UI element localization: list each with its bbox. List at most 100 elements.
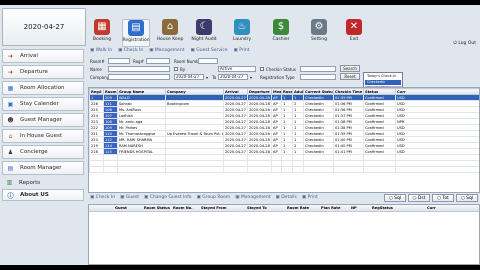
sidebar-item-room-allocation[interactable]: ▦ Room Allocation [2,81,84,95]
from-date-input[interactable]: 2020-04-27 [174,74,204,80]
sidebar-item-reports[interactable]: ▥ Reports [2,177,84,188]
tab2-print[interactable]: ▣ Print [302,195,318,203]
toolbar-button-house-keep[interactable]: ⌂ House Keep [156,19,184,47]
sidebar-item-label: Reports [19,179,41,186]
toolbar-button-cashier[interactable]: $ Cashier [267,19,295,47]
arrival-icon: ➜ [7,52,14,60]
sidebar-item-label: Concierge [20,149,48,155]
reg-input[interactable] [146,58,170,64]
from-date-picker-icon[interactable]: ▾ [206,75,208,80]
tab-guest-service[interactable]: ▣ Guest Service [191,48,228,56]
guest-column-header[interactable]: Room Rate [287,206,309,210]
empty-cell [165,166,224,173]
bottom-button-3[interactable]: ○ Sql [456,194,478,202]
legend-item: Today's Check-In [365,74,401,79]
guest-column-header[interactable]: Room No. [173,206,193,210]
laundry-icon: ♨ [234,19,250,35]
tab-management[interactable]: ▣ Management [149,48,184,56]
logout-link[interactable]: ⏻ Log Out [453,40,476,46]
registration-grid: Reg#Room#Group NameCompanyArrivalDepartu… [88,87,480,193]
reg-label: Reg# [133,59,144,64]
sidebar-item-label: In House Guest [20,133,62,139]
room-allocation-icon: ▦ [7,84,14,92]
guest-grid: Guest Room Status Room No. Stayed From Staye… [88,204,480,265]
house-keep-icon: ⌂ [162,19,178,35]
guest-grid-header: Guest Room Status Room No. Stayed From Staye… [89,205,479,212]
toolbar-button-registration[interactable]: ▤ Registration [122,19,150,47]
letterbox-bottom [0,265,480,270]
by-label: By [180,67,186,72]
sidebar-item-departure[interactable]: ➜ Departure [2,65,84,79]
company-input[interactable] [108,74,170,80]
checkin-status-checkbox[interactable] [260,67,264,71]
empty-cell [89,166,104,173]
guest-column-header[interactable]: Plan Rate [321,206,340,210]
guest-column-header[interactable]: RegStatus [372,206,393,210]
sidebar-item-label: Room Manager [20,165,62,171]
about-us-icon: ⓘ [7,192,14,200]
tab2-guest[interactable]: ▣ Guest [120,195,139,203]
tab-check-in[interactable]: ▣ Check In [118,48,143,56]
sidebar-item-in-house-guest[interactable]: ⌂ In House Guest [2,129,84,143]
toolbar-button-laundry[interactable]: ♨ Laundry [228,19,256,47]
tab-walk-in[interactable]: ▣ Walk In [90,48,112,56]
tab2-check-in[interactable]: ▣ Check In [90,195,115,203]
empty-cell [117,166,166,173]
room-label: Room# [90,59,105,64]
departure-icon: ➜ [7,68,14,76]
room-input[interactable] [108,58,130,64]
toolbar-label: Cashier [272,37,290,42]
tab2-detalis[interactable]: ▣ Detalis [276,195,297,203]
sidebar-item-about-us[interactable]: ⓘ About US [2,189,84,201]
toolbar-button-exit[interactable]: ✕ Exit [340,19,368,47]
to-date-input[interactable]: 2020-04-27 [218,74,248,80]
tab-print[interactable]: ▣ Print [234,48,250,56]
toolbar-button-booking[interactable]: ▦ Booking [88,19,116,47]
room-manager-icon: ▤ [7,164,14,172]
empty-cell [395,166,479,173]
toolbar-button-setting[interactable]: ⚙ Setting [305,19,333,47]
guest-column-header[interactable]: Stayed To [247,206,267,210]
night-audit-icon: ☾ [196,19,212,35]
empty-cell [281,166,293,173]
sidebar-item-label: About US [20,192,49,198]
tab2-management[interactable]: ▣ Management [235,195,270,203]
reports-icon: ▥ [6,179,13,186]
stay-calender-icon: ▣ [7,100,14,108]
bottom-button-2[interactable]: ○ Tot [432,194,454,202]
bottom-button-0[interactable]: ○ Sql [384,194,406,202]
toolbar-label: Booking [92,37,112,42]
empty-cell [303,166,334,173]
search-button[interactable]: Search [340,65,360,72]
toolbar-button-night-audit[interactable]: ☾ Night Audit [190,19,218,47]
guest-column-header[interactable]: Curr [427,206,436,210]
name-label: Name [90,67,102,72]
sidebar-item-stay-calender[interactable]: ▣ Stay Calender [2,97,84,111]
concierge-icon: ♟ [7,148,14,156]
checkin-status-select[interactable] [300,66,336,72]
bottom-button-1[interactable]: ○ Dst [408,194,430,202]
guest-column-header[interactable]: NP [351,206,357,210]
status-select[interactable]: Active [218,66,256,72]
room-number-input[interactable] [198,58,218,64]
reset-button[interactable]: Reset [340,73,360,80]
to-date-picker-icon[interactable]: ▾ [250,75,252,80]
toolbar-label: Night Audit [191,37,217,42]
empty-cell [292,166,304,173]
sidebar-item-arrival[interactable]: ➜ Arrival [2,49,84,63]
app-window: 2020-04-27 ▦ Booking ▤ Registration ⌂ House K… [0,5,480,265]
sidebar-item-concierge[interactable]: ♟ Concierge [2,145,84,159]
guest-column-header[interactable]: Room Status [144,206,170,210]
tab2-change-guest-info[interactable]: ▣ Change Guest Info [144,195,192,203]
sidebar-item-room-manager[interactable]: ▤ Room Manager [2,161,84,175]
registration-type-select[interactable] [300,74,336,80]
guest-column-header[interactable]: Stayed From [201,206,226,210]
empty-cell [363,166,396,173]
sidebar-item-guest-manager[interactable]: ☻ Guest Manager [2,113,84,127]
current-date: 2020-04-27 [2,8,86,46]
name-input[interactable] [108,66,170,72]
exit-icon: ✕ [346,19,362,35]
by-checkbox[interactable] [174,67,178,71]
guest-column-header[interactable]: Guest [115,206,127,210]
tab2-group-room[interactable]: ▣ Group Room [197,195,231,203]
